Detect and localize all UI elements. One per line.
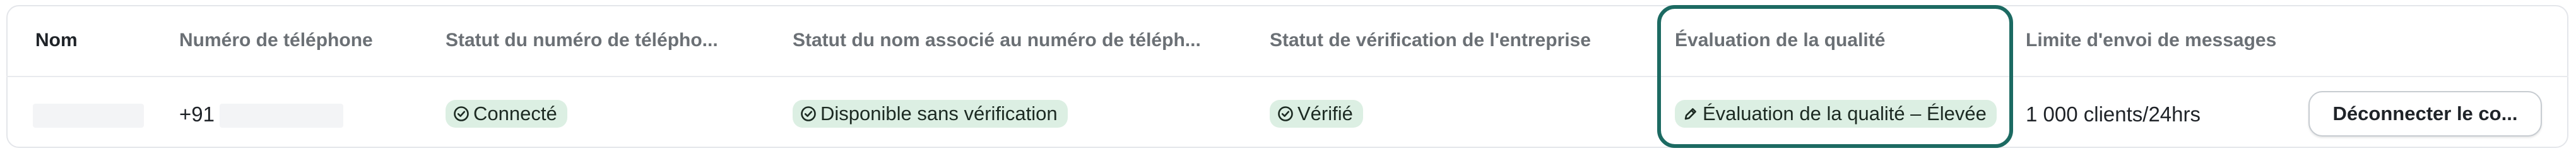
column-header-messaging-limit[interactable]: Limite d'envoi de messages bbox=[2026, 28, 2329, 53]
pencil-icon bbox=[1684, 108, 1696, 120]
number-status-cell: Connecté bbox=[446, 100, 567, 129]
name-status-badge: Disponible sans vérification bbox=[793, 100, 1068, 128]
quality-rating-badge: Évaluation de la qualité – Élevée bbox=[1675, 100, 1997, 128]
redacted-phone-number bbox=[220, 104, 343, 128]
column-header-name-status[interactable]: Statut du nom associé au numéro de télép… bbox=[793, 28, 1228, 53]
quality-rating-cell: Évaluation de la qualité – Élevée bbox=[1675, 100, 1997, 129]
column-header-phone[interactable]: Numéro de téléphone bbox=[179, 28, 419, 53]
business-verification-badge: Vérifié bbox=[1270, 100, 1363, 128]
check-circle-icon bbox=[801, 106, 816, 121]
column-header-quality-rating[interactable]: Évaluation de la qualité bbox=[1675, 28, 1990, 53]
disconnect-button[interactable]: Déconnecter le co... bbox=[2308, 91, 2542, 137]
header-divider bbox=[6, 76, 2568, 77]
quality-rating-label: Évaluation de la qualité – Élevée bbox=[1703, 102, 1987, 125]
redacted-name bbox=[33, 104, 144, 128]
name-status-label: Disponible sans vérification bbox=[820, 102, 1058, 125]
name-status-cell: Disponible sans vérification bbox=[793, 100, 1068, 129]
column-header-name[interactable]: Nom bbox=[35, 28, 162, 53]
column-header-business-verification[interactable]: Statut de vérification de l'entreprise bbox=[1270, 28, 1648, 53]
messaging-limit: 1 000 clients/24hrs bbox=[2026, 102, 2201, 126]
column-header-number-status[interactable]: Statut du numéro de télépho... bbox=[446, 28, 742, 53]
check-circle-icon bbox=[1278, 106, 1293, 121]
phone-numbers-page: Nom Numéro de téléphone Statut du numéro… bbox=[0, 0, 2576, 153]
business-verification-label: Vérifié bbox=[1297, 102, 1353, 125]
business-verification-cell: Vérifié bbox=[1270, 100, 1363, 129]
check-circle-icon bbox=[454, 106, 469, 121]
number-status-label: Connecté bbox=[473, 102, 557, 125]
number-status-badge: Connecté bbox=[446, 100, 567, 128]
